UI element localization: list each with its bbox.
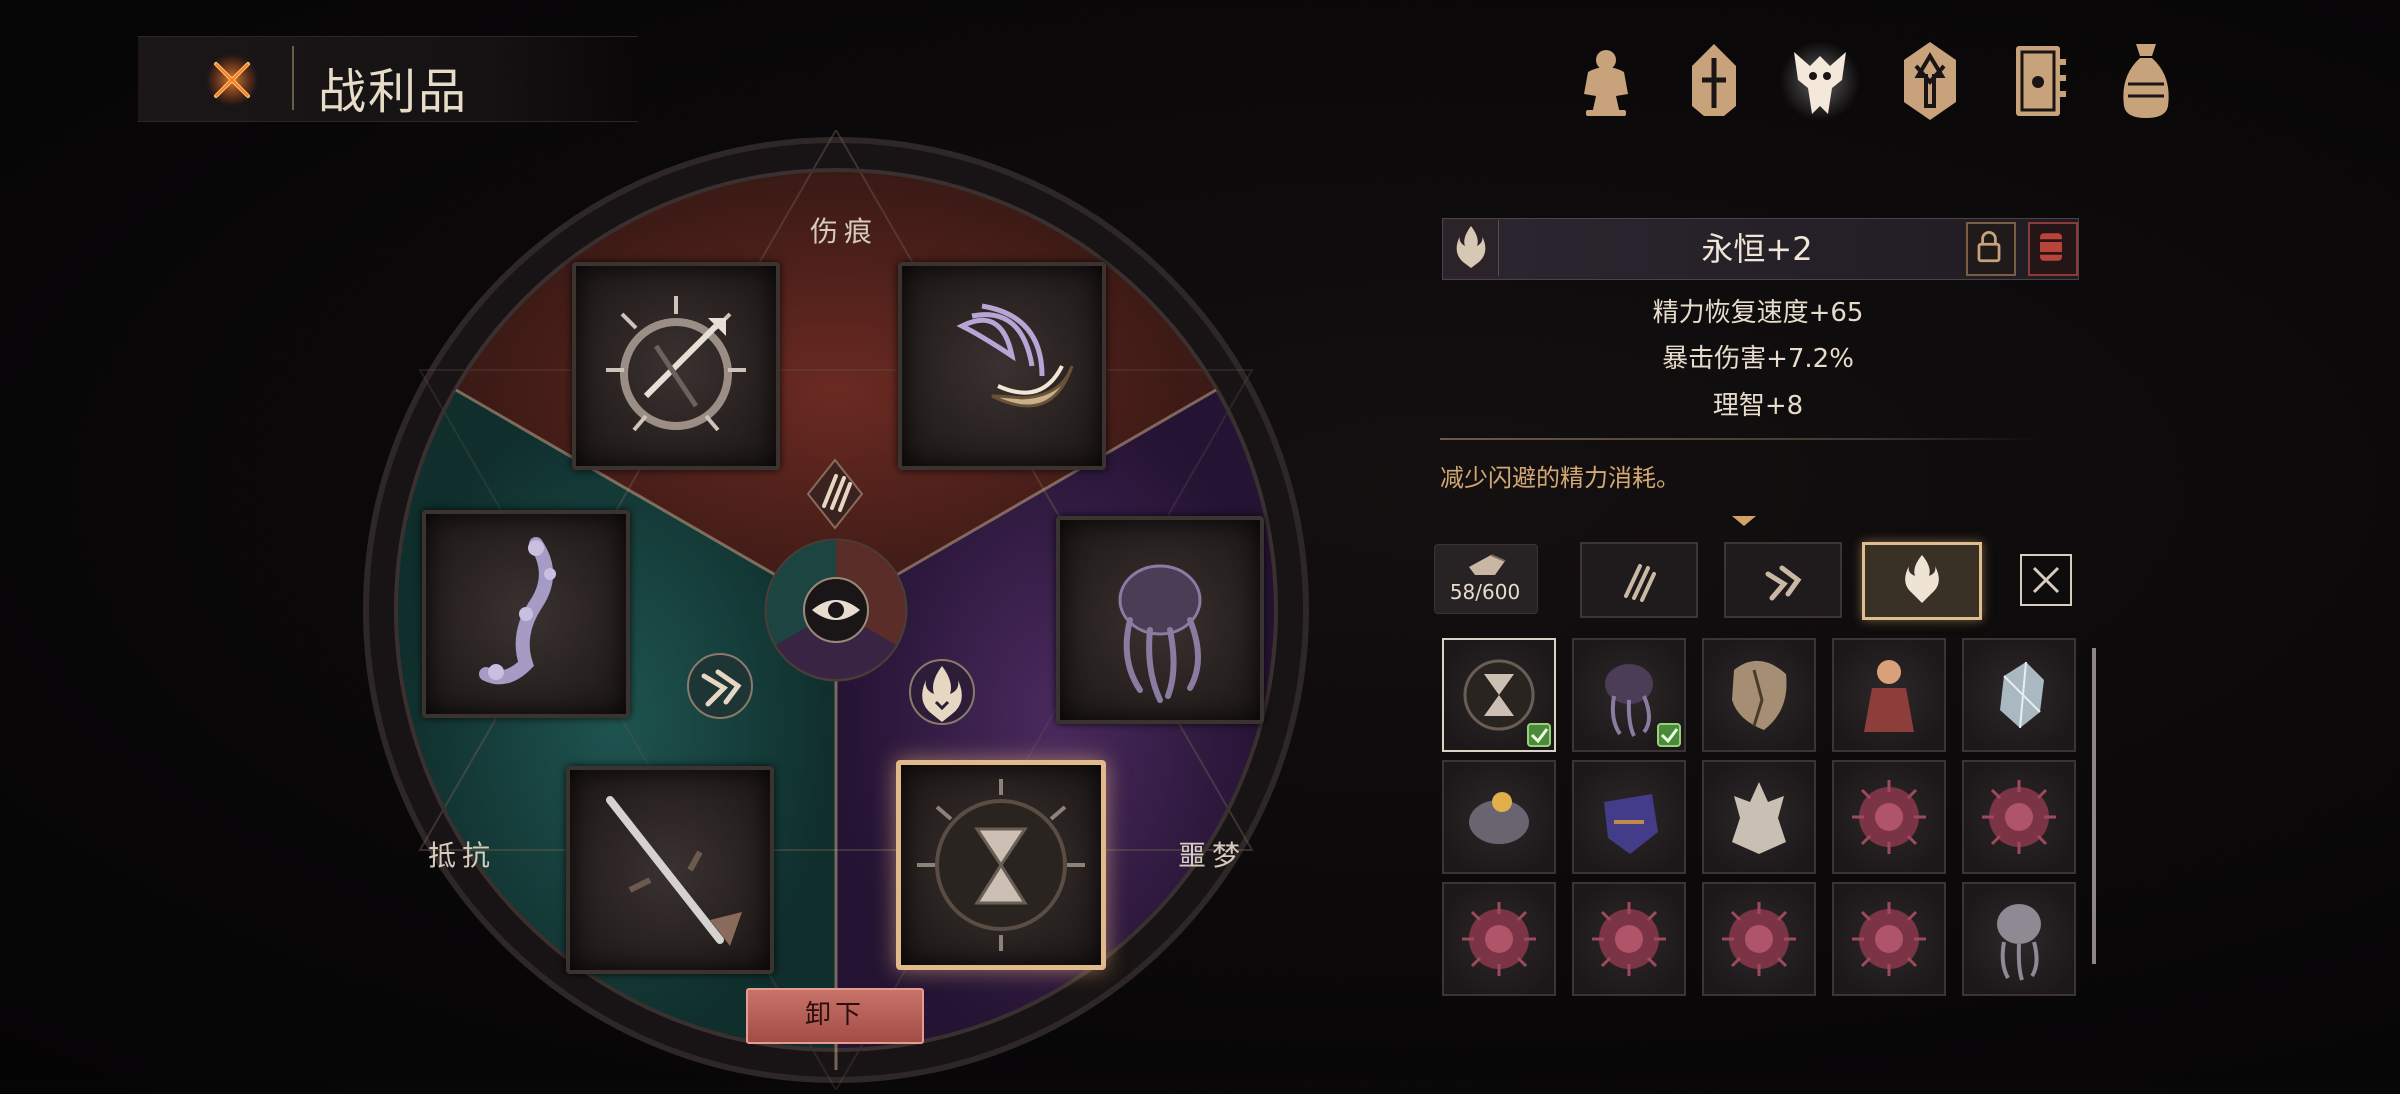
inventory-slot[interactable]: [1962, 882, 2076, 996]
trophy-slot[interactable]: [1056, 516, 1264, 724]
flame-mask-filter-icon: [1905, 555, 1939, 603]
flesh-orb-item-icon: [1852, 780, 1926, 854]
trophy-slot[interactable]: [566, 766, 774, 974]
dragon-skull-item-icon: [1732, 782, 1786, 854]
character-icon: [1584, 50, 1628, 116]
flesh-orb-item-icon: [1462, 902, 1536, 976]
spiked-wheel-trophy-icon: [606, 296, 746, 432]
fang-emblem-icon: [684, 646, 756, 728]
lock-button[interactable]: [1966, 222, 2016, 276]
gem-cluster-item-icon: [1469, 792, 1529, 844]
close-icon: [2032, 566, 2060, 594]
caret-down-icon: [1732, 516, 1756, 526]
tab-journal[interactable]: [1998, 36, 2078, 126]
journal-icon: [2016, 46, 2066, 116]
filter-flame-mask[interactable]: [1862, 542, 1982, 620]
scrollbar-thumb[interactable]: [2092, 648, 2096, 964]
claw-shell-trophy-icon: [956, 303, 1074, 408]
shield-crest-icon: [1904, 42, 1956, 120]
tab-beast-spoils[interactable]: [1780, 36, 1860, 126]
wheel-label-right: 噩梦: [1178, 839, 1247, 872]
stat-line: 暴击伤害+7.2%: [1662, 344, 1854, 374]
flame-mask-emblem-icon: [906, 652, 978, 734]
dismantle-button[interactable]: [2028, 222, 2078, 276]
inventory-slot[interactable]: [1442, 638, 1556, 752]
barrel-icon: [2040, 233, 2062, 261]
unequip-button[interactable]: 卸下: [746, 988, 924, 1044]
helmet-icon: [1692, 44, 1736, 116]
inventory-grid: [1442, 638, 2082, 998]
tentacle-mass-item-icon: [1605, 664, 1681, 747]
tab-helmet[interactable]: [1674, 36, 1754, 126]
stat-line: 理智+8: [1712, 391, 1804, 421]
crystal-item-icon: [2000, 661, 2044, 729]
claw-emblem-icon: [800, 454, 870, 534]
inventory-slot[interactable]: [1702, 882, 1816, 996]
tab-character[interactable]: [1566, 36, 1646, 126]
hourglass-thorn-item-icon: [1463, 659, 1551, 747]
wheel-label-left: 抵抗: [428, 839, 497, 872]
stat-line: 精力恢复速度+65: [1652, 298, 1864, 328]
hourglass-thorn-trophy-icon: [917, 779, 1085, 951]
trophy-slot[interactable]: [898, 262, 1106, 470]
inventory-slot[interactable]: [1572, 638, 1686, 752]
wheel-label-top: 伤痕: [810, 215, 879, 248]
equipped-check-icon: [1527, 723, 1551, 747]
inventory-slot[interactable]: [1962, 760, 2076, 874]
tentacle-mass-trophy-icon: [1118, 564, 1202, 703]
broken-sword-trophy-icon: [606, 796, 742, 946]
inventory-slot[interactable]: [1442, 882, 1556, 996]
squid-head-item-icon: [1997, 904, 2041, 981]
bone-tendril-trophy-icon: [479, 537, 556, 685]
inventory-slot[interactable]: [1572, 760, 1686, 874]
close-x-icon: [206, 54, 258, 106]
lock-icon: [1977, 231, 2001, 263]
inventory-slot[interactable]: [1702, 760, 1816, 874]
trophy-slot-selected[interactable]: [896, 760, 1106, 970]
divider: [1440, 438, 2040, 440]
flesh-orb-item-icon: [1592, 902, 1666, 976]
beast-spoils-icon: [1780, 41, 1860, 121]
clear-filter-button[interactable]: [2020, 554, 2072, 606]
violet-relic-item-icon: [1604, 794, 1658, 854]
flesh-orb-item-icon: [1982, 780, 2056, 854]
filter-fang[interactable]: [1724, 542, 1842, 618]
claw-filter-icon: [1624, 564, 1656, 602]
shard-count: 58/600: [1449, 580, 1521, 604]
cracked-mask-item-icon: [1732, 660, 1787, 730]
inventory-slot[interactable]: [1702, 638, 1816, 752]
tab-crest[interactable]: [1890, 36, 1970, 126]
inventory-slot[interactable]: [1832, 882, 1946, 996]
close-button[interactable]: [200, 52, 264, 108]
trophy-slot[interactable]: [572, 262, 780, 470]
trophy-slot[interactable]: [422, 510, 630, 718]
fang-filter-icon: [1765, 565, 1802, 601]
title-divider: [292, 46, 294, 110]
inventory-slot[interactable]: [1832, 760, 1946, 874]
inventory-slot[interactable]: [1572, 882, 1686, 996]
shard-icon: [1469, 554, 1506, 575]
inventory-slot[interactable]: [1832, 638, 1946, 752]
flesh-orb-item-icon: [1852, 902, 1926, 976]
doll-item-icon: [1864, 660, 1914, 732]
flesh-orb-item-icon: [1722, 902, 1796, 976]
tab-money-bag[interactable]: [2106, 36, 2186, 126]
money-bag-icon: [2123, 44, 2169, 118]
filter-claw[interactable]: [1580, 542, 1698, 618]
item-description: 减少闪避的精力消耗。: [1440, 464, 1680, 492]
inventory-slot[interactable]: [1442, 760, 1556, 874]
equipped-check-icon: [1657, 723, 1681, 747]
page-title: 战利品: [318, 64, 469, 120]
inventory-slot[interactable]: [1962, 638, 2076, 752]
